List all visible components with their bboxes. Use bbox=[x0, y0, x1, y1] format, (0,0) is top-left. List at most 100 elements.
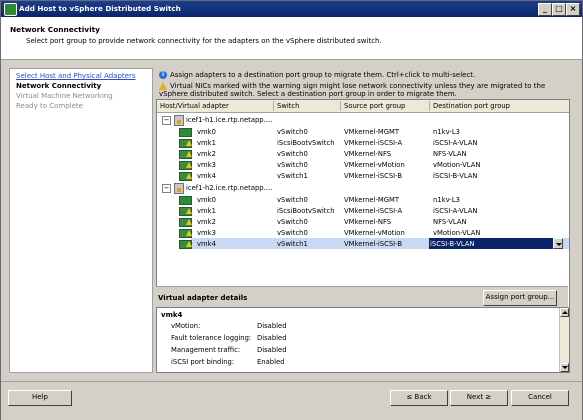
dialog-window: Add Host to vSphere Distributed Switch _… bbox=[0, 0, 583, 420]
adapter-row[interactable]: vmk3 vSwitch0 VMkernel-vMotion vMotion-V… bbox=[157, 159, 569, 170]
column-divider[interactable] bbox=[429, 101, 430, 111]
dialog-footer: Help ≤ Back Next ≥ Cancel bbox=[1, 381, 582, 420]
dest-port-group-select[interactable]: iSCSI-B-VLAN bbox=[429, 238, 563, 249]
adapter-source: VMkernel-NFS bbox=[344, 150, 392, 158]
page-subtitle: Select port group to provide network con… bbox=[26, 37, 382, 45]
adapter-source: VMkernel-iSCSI-A bbox=[344, 207, 403, 215]
scroll-down-icon[interactable] bbox=[560, 363, 569, 372]
nic-icon bbox=[179, 196, 192, 205]
adapter-source: VMkernel-NFS bbox=[344, 218, 392, 226]
nic-warning-icon bbox=[179, 229, 192, 238]
prop-label: Fault tolerance logging: bbox=[171, 334, 252, 342]
nic-warning-icon bbox=[179, 161, 192, 170]
adapter-switch: iScsiBootvSwitch bbox=[277, 207, 335, 215]
maximize-button[interactable]: □ bbox=[552, 3, 566, 16]
title-bar[interactable]: Add Host to vSphere Distributed Switch _… bbox=[1, 1, 582, 17]
adapter-row[interactable]: vmk2 vSwitch0 VMkernel-NFS NFS-VLAN bbox=[157, 148, 569, 159]
app-icon bbox=[4, 3, 17, 16]
help-button[interactable]: Help bbox=[8, 390, 72, 406]
adapter-name: vmk0 bbox=[197, 128, 216, 136]
details-header: Virtual adapter details Assign port grou… bbox=[156, 286, 568, 307]
col-source-port-group[interactable]: Source port group bbox=[344, 102, 405, 110]
adapter-name: vmk3 bbox=[197, 229, 216, 237]
warning-text: Virtual NICs marked with the warning sig… bbox=[159, 82, 546, 98]
col-host-adapter[interactable]: Host/Virtual adapter bbox=[160, 102, 229, 110]
adapter-dest: vMotion-VLAN bbox=[433, 161, 481, 169]
adapter-switch: vSwitch0 bbox=[277, 229, 308, 237]
minimize-button[interactable]: _ bbox=[538, 3, 552, 16]
host-row[interactable]: − icef1-h2.ice.rtp.netapp.... bbox=[157, 182, 569, 194]
close-button[interactable]: × bbox=[566, 3, 580, 16]
adapter-source: VMkernel-MGMT bbox=[344, 196, 400, 204]
adapter-source: VMkernel-MGMT bbox=[344, 128, 400, 136]
adapter-switch: vSwitch0 bbox=[277, 161, 308, 169]
adapter-source: VMkernel-vMotion bbox=[344, 229, 405, 237]
col-switch[interactable]: Switch bbox=[277, 102, 299, 110]
adapter-name: vmk3 bbox=[197, 161, 216, 169]
collapse-icon[interactable]: − bbox=[162, 184, 171, 193]
host-row[interactable]: − icef1-h1.ice.rtp.netapp.... bbox=[157, 114, 569, 126]
adapter-dest: n1kv-L3 bbox=[433, 196, 460, 204]
adapter-dest: vMotion-VLAN bbox=[433, 229, 481, 237]
adapter-name: vmk1 bbox=[197, 207, 216, 215]
back-button[interactable]: ≤ Back bbox=[390, 390, 448, 406]
adapter-switch: iScsiBootvSwitch bbox=[277, 139, 335, 147]
grid-header: Host/Virtual adapter Switch Source port … bbox=[157, 100, 569, 113]
adapter-name: vmk2 bbox=[197, 218, 216, 226]
info-icon: i bbox=[159, 71, 167, 79]
adapter-name: vmk4 bbox=[197, 172, 216, 180]
adapter-row-selected[interactable]: vmk4 vSwitch1 VMkernel-iSCSI-B iSCSI-B-V… bbox=[157, 238, 569, 249]
info-message: i Assign adapters to a destination port g… bbox=[159, 71, 475, 79]
wizard-steps: Select Host and Physical Adapters Networ… bbox=[9, 68, 153, 373]
prop-value: Disabled bbox=[257, 334, 287, 342]
adapter-dest: NFS-VLAN bbox=[433, 218, 467, 226]
adapter-switch: vSwitch1 bbox=[277, 240, 308, 248]
adapter-dest: iSCSI-A-VLAN bbox=[433, 139, 478, 147]
adapter-name: vmk0 bbox=[197, 196, 216, 204]
adapter-source: VMkernel-iSCSI-B bbox=[344, 172, 403, 180]
nic-warning-icon bbox=[179, 150, 192, 159]
col-dest-port-group[interactable]: Destination port group bbox=[433, 102, 510, 110]
column-divider[interactable] bbox=[273, 101, 274, 111]
adapter-row[interactable]: vmk4 vSwitch1 VMkernel-iSCSI-B iSCSI-B-V… bbox=[157, 170, 569, 181]
adapter-row[interactable]: vmk0 vSwitch0 VMkernel-MGMT n1kv-L3 bbox=[157, 194, 569, 205]
adapter-switch: vSwitch0 bbox=[277, 196, 308, 204]
nic-warning-icon bbox=[179, 139, 192, 148]
details-content: vmk4 vMotion: Disabled Fault tolerance l… bbox=[156, 307, 570, 373]
adapter-row[interactable]: vmk3 vSwitch0 VMkernel-vMotion vMotion-V… bbox=[157, 227, 569, 238]
adapter-row[interactable]: vmk2 vSwitch0 VMkernel-NFS NFS-VLAN bbox=[157, 216, 569, 227]
adapter-switch: vSwitch0 bbox=[277, 128, 308, 136]
next-button[interactable]: Next ≥ bbox=[450, 390, 508, 406]
prop-value: Disabled bbox=[257, 322, 287, 330]
content-pane: i Assign adapters to a destination port g… bbox=[156, 68, 570, 373]
adapter-name: vmk4 bbox=[197, 240, 216, 248]
details-title: Virtual adapter details bbox=[158, 294, 248, 302]
adapter-row[interactable]: vmk1 iScsiBootvSwitch VMkernel-iSCSI-A i… bbox=[157, 205, 569, 216]
step-ready-to-complete: Ready to Complete bbox=[16, 102, 83, 110]
page-title: Network Connectivity bbox=[10, 25, 100, 34]
adapter-source: VMkernel-iSCSI-B bbox=[344, 240, 403, 248]
cancel-button[interactable]: Cancel bbox=[511, 390, 569, 406]
scroll-up-icon[interactable] bbox=[560, 308, 569, 317]
nic-warning-icon bbox=[179, 218, 192, 227]
page-header: Network Connectivity Select port group t… bbox=[1, 17, 582, 60]
step-select-host[interactable]: Select Host and Physical Adapters bbox=[16, 72, 136, 80]
chevron-down-icon[interactable] bbox=[553, 238, 563, 249]
dest-port-group-value: iSCSI-B-VLAN bbox=[430, 240, 475, 248]
adapter-dest: iSCSI-A-VLAN bbox=[433, 207, 478, 215]
assign-port-group-button[interactable]: Assign port group... bbox=[483, 290, 557, 306]
details-scrollbar[interactable] bbox=[559, 308, 569, 372]
step-network-connectivity: Network Connectivity bbox=[16, 82, 102, 90]
adapter-name: vmk1 bbox=[197, 139, 216, 147]
column-divider[interactable] bbox=[340, 101, 341, 111]
prop-label: vMotion: bbox=[171, 322, 201, 330]
collapse-icon[interactable]: − bbox=[162, 116, 171, 125]
host-name: icef1-h1.ice.rtp.netapp.... bbox=[186, 116, 273, 124]
adapter-row[interactable]: vmk0 vSwitch0 VMkernel-MGMT n1kv-L3 bbox=[157, 126, 569, 137]
host-icon bbox=[174, 115, 184, 126]
prop-label: iSCSI port binding: bbox=[171, 358, 235, 366]
adapter-switch: vSwitch0 bbox=[277, 218, 308, 226]
adapter-row[interactable]: vmk1 iScsiBootvSwitch VMkernel-iSCSI-A i… bbox=[157, 137, 569, 148]
nic-warning-icon bbox=[179, 207, 192, 216]
warning-message: Virtual NICs marked with the warning sig… bbox=[159, 82, 569, 98]
